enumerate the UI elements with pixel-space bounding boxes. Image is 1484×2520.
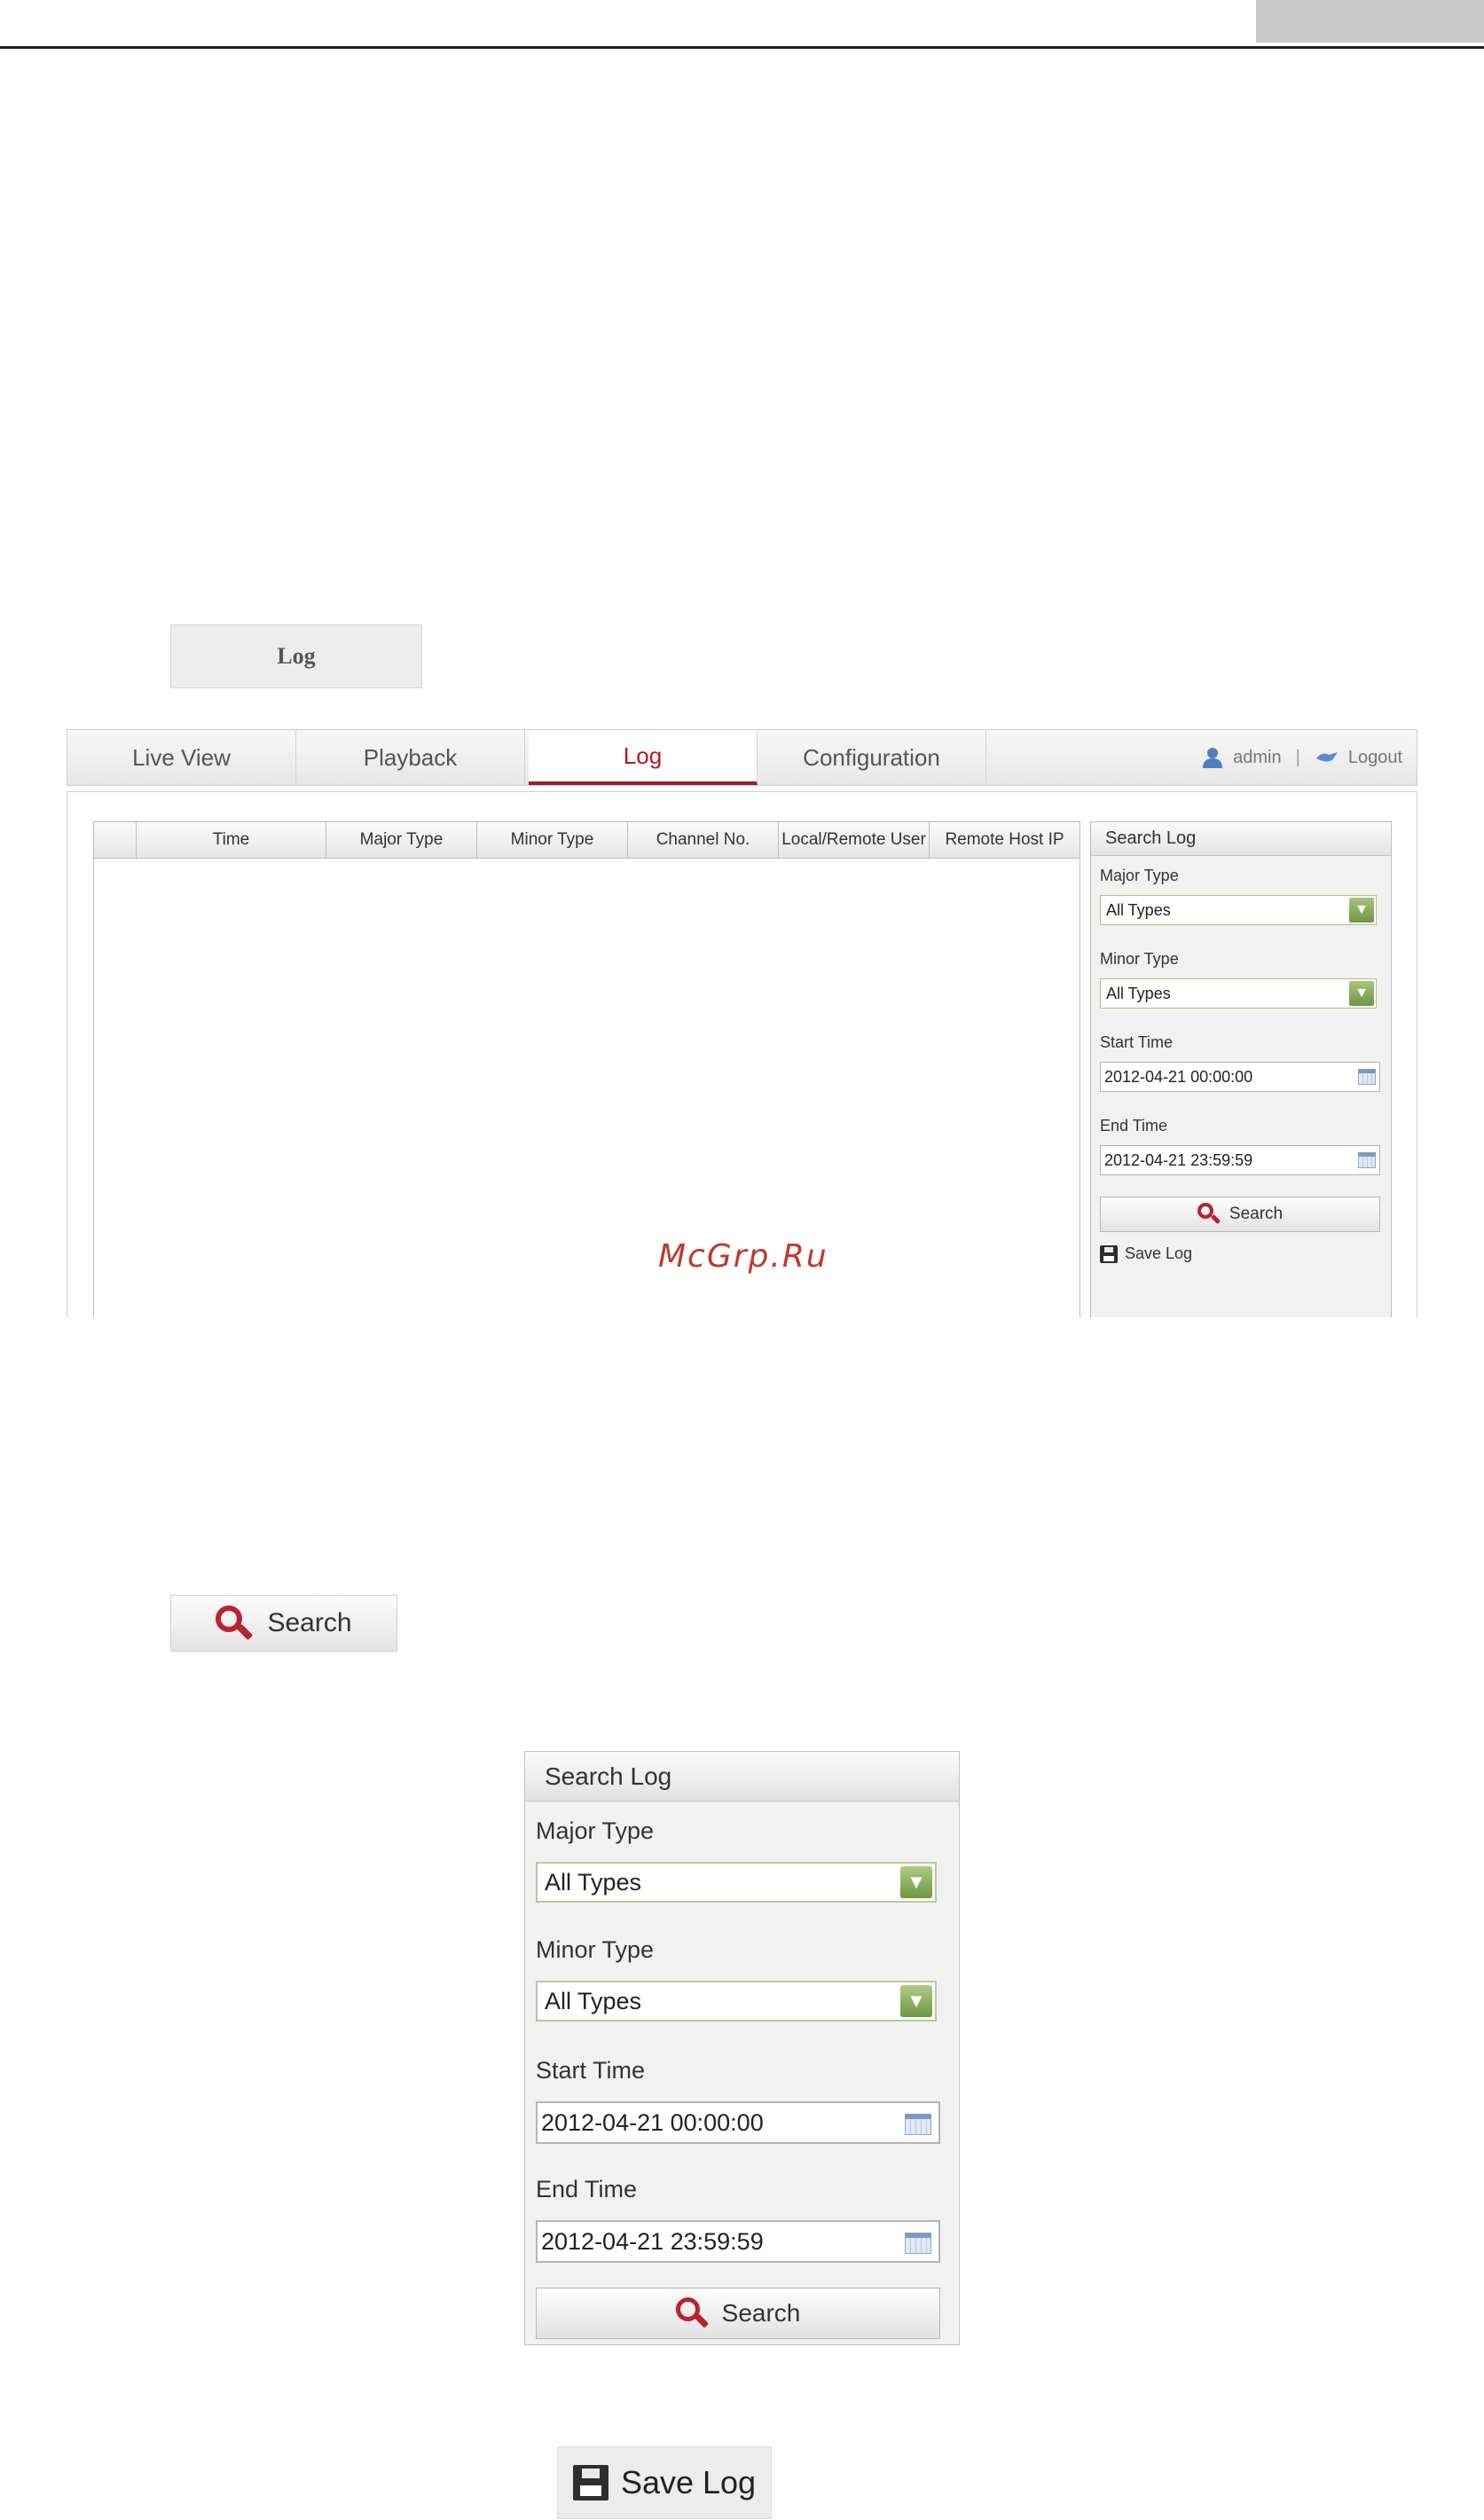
calendar-icon[interactable]	[905, 2233, 931, 2254]
page-corner-block	[1256, 0, 1484, 43]
watermark: McGrp.Ru	[658, 1238, 828, 1275]
magnifier-icon	[1197, 1203, 1221, 1226]
start-time-value: 2012-04-21 00:00:00	[1104, 1067, 1253, 1086]
major-type-label: Major Type	[536, 1817, 655, 1844]
calendar-icon[interactable]	[905, 2114, 931, 2135]
search-button-illustration[interactable]: Search	[170, 1595, 397, 1652]
minor-type-value: All Types	[545, 1987, 642, 2014]
major-type-value: All Types	[545, 1868, 642, 1896]
tab-configuration[interactable]: Configuration	[758, 730, 986, 785]
end-time-input[interactable]: 2012-04-21 23:59:59	[536, 2220, 940, 2263]
end-time-value: 2012-04-21 23:59:59	[1104, 1150, 1253, 1169]
column-header-channel-no[interactable]: Channel No.	[628, 822, 779, 858]
minor-type-label: Minor Type	[1100, 950, 1179, 968]
calendar-icon[interactable]	[1358, 1152, 1376, 1168]
user-icon	[1203, 748, 1223, 768]
tab-live-view-label: Live View	[132, 743, 231, 771]
start-time-input[interactable]: 2012-04-21 00:00:00	[536, 2101, 940, 2144]
search-button[interactable]: Search	[1100, 1197, 1380, 1232]
tab-playback[interactable]: Playback	[296, 730, 525, 785]
log-page-screenshot: Live View Playback Log Configuration adm…	[67, 729, 1417, 1317]
logout-icon[interactable]	[1315, 750, 1339, 765]
log-table: Time Major Type Minor Type Channel No. L…	[93, 821, 1080, 1317]
user-area: admin | Logout	[1201, 730, 1402, 785]
save-log-illustration[interactable]: Save Log	[557, 2446, 772, 2519]
major-type-value: All Types	[1106, 900, 1171, 919]
tab-live-view[interactable]: Live View	[67, 730, 296, 785]
tab-log[interactable]: Log	[529, 730, 758, 785]
tab-log-label: Log	[623, 742, 663, 769]
save-log-illustration-label: Save Log	[620, 2464, 757, 2500]
minor-type-label: Minor Type	[536, 1936, 655, 1963]
username[interactable]: admin	[1233, 748, 1281, 768]
column-header-remote-host-ip[interactable]: Remote Host IP	[930, 822, 1080, 858]
end-time-input[interactable]: 2012-04-21 23:59:59	[1100, 1145, 1380, 1175]
end-time-value: 2012-04-21 23:59:59	[541, 2227, 764, 2255]
log-tab-illustration-label: Log	[277, 643, 316, 669]
main-navbar: Live View Playback Log Configuration adm…	[67, 729, 1417, 786]
minor-type-value: All Types	[1106, 984, 1171, 1002]
save-log-label: Save Log	[1125, 1244, 1193, 1262]
chevron-down-icon[interactable]: ▼	[1349, 981, 1374, 1006]
chevron-down-icon[interactable]: ▼	[1349, 898, 1374, 922]
search-button-label: Search	[721, 2299, 801, 2327]
search-log-title: Search Log	[1091, 822, 1391, 856]
major-type-select[interactable]: All Types ▼	[1100, 895, 1377, 925]
search-log-panel: Search Log Major Type All Types ▼ Minor …	[1090, 821, 1392, 1317]
search-illustration-label: Search	[267, 1608, 352, 1637]
header-rule	[0, 46, 1484, 49]
search-button-label: Search	[1229, 1205, 1284, 1223]
column-header-minor-type[interactable]: Minor Type	[477, 822, 628, 858]
start-time-input[interactable]: 2012-04-21 00:00:00	[1100, 1062, 1380, 1092]
user-separator: |	[1295, 747, 1300, 767]
log-table-header: Time Major Type Minor Type Channel No. L…	[94, 822, 1080, 859]
start-time-label: Start Time	[536, 2057, 646, 2084]
column-header-major-type[interactable]: Major Type	[326, 822, 477, 858]
start-time-label: Start Time	[1100, 1033, 1174, 1051]
magnifier-icon	[216, 1605, 254, 1641]
floppy-disk-icon	[572, 2465, 609, 2500]
major-type-select[interactable]: All Types ▼	[536, 1862, 937, 1903]
search-log-title: Search Log	[525, 1752, 959, 1802]
tab-playback-label: Playback	[363, 743, 458, 771]
floppy-disk-icon	[1100, 1244, 1118, 1263]
column-header-select[interactable]	[94, 822, 137, 858]
column-header-local-remote-user[interactable]: Local/Remote User	[779, 822, 930, 858]
save-log-link[interactable]: Save Log	[1100, 1244, 1192, 1263]
search-log-panel-enlarged: Search Log Major Type All Types ▼ Minor …	[524, 1751, 960, 2345]
logout-link[interactable]: Logout	[1348, 748, 1402, 768]
chevron-down-icon[interactable]: ▼	[900, 1866, 932, 1898]
chevron-down-icon[interactable]: ▼	[900, 1985, 932, 2017]
major-type-label: Major Type	[1100, 867, 1179, 884]
search-button[interactable]: Search	[536, 2288, 940, 2339]
calendar-icon[interactable]	[1358, 1069, 1376, 1085]
minor-type-select[interactable]: All Types ▼	[1100, 978, 1377, 1009]
end-time-label: End Time	[536, 2176, 638, 2202]
column-header-time[interactable]: Time	[137, 822, 326, 858]
log-tab-illustration[interactable]: Log	[170, 624, 422, 688]
end-time-label: End Time	[1100, 1117, 1168, 1134]
start-time-value: 2012-04-21 00:00:00	[541, 2108, 764, 2136]
magnifier-icon	[675, 2297, 710, 2329]
tab-configuration-label: Configuration	[803, 743, 940, 771]
minor-type-select[interactable]: All Types ▼	[536, 1981, 937, 2021]
